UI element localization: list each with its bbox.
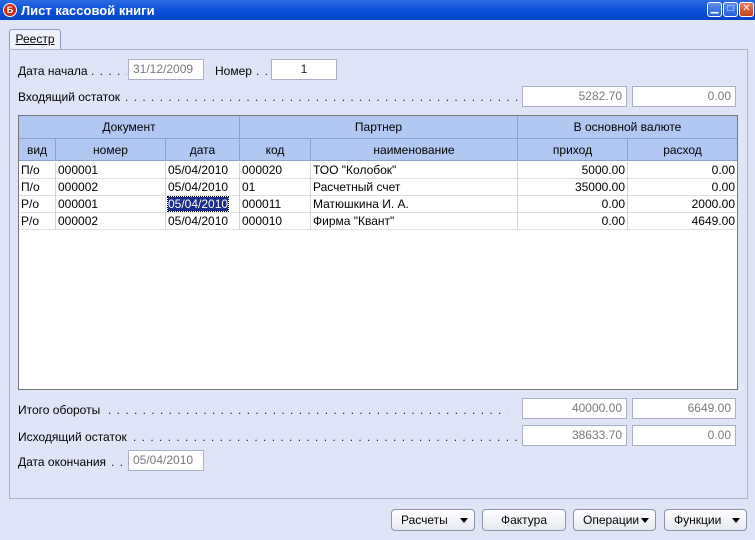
closing-balance-income-field[interactable]: 38633.70 [522, 425, 627, 446]
turnover-expense-field[interactable]: 6649.00 [632, 398, 736, 419]
closing-balance-dots: . . . . . . . . . . . . . . . . . . . . … [133, 430, 519, 444]
cell-name: Матюшкина И. А. [311, 196, 518, 213]
cell-name: ТОО "Колобок" [311, 162, 518, 179]
turnover-label: Итого обороты [18, 403, 101, 417]
selected-date-text: 05/04/2010 [166, 196, 230, 212]
number-label: Номер [215, 64, 252, 78]
closing-balance-expense-field[interactable]: 0.00 [632, 425, 736, 446]
table-row[interactable]: П/о 000002 05/04/2010 01 Расчетный счет … [19, 179, 737, 196]
app-icon[interactable]: Б [3, 3, 17, 17]
opening-balance-income-field[interactable]: 5282.70 [522, 86, 627, 107]
turnover-dots: . . . . . . . . . . . . . . . . . . . . … [108, 403, 508, 417]
maximize-icon[interactable]: □ [723, 2, 738, 17]
table-row[interactable]: Р/о 000002 05/04/2010 000010 Фирма "Кван… [19, 213, 737, 230]
cell-code: 01 [240, 179, 311, 196]
cell-expense: 0.00 [711, 163, 735, 177]
closing-balance-label: Исходящий остаток [18, 430, 127, 444]
cell-date: 05/04/2010 [166, 213, 240, 230]
column-name[interactable]: наименование [311, 139, 518, 160]
cell-name: Расчетный счет [311, 179, 518, 196]
operations-button[interactable]: Операции [573, 509, 656, 531]
turnover-income-field[interactable]: 40000.00 [522, 398, 627, 419]
close-icon[interactable]: ✕ [739, 2, 754, 17]
cell-number: 000002 [56, 213, 166, 230]
cell-code: 000020 [240, 162, 311, 179]
opening-balance-label: Входящий остаток [18, 90, 120, 104]
header-partner: Партнер [240, 116, 518, 138]
column-date[interactable]: дата [166, 139, 240, 160]
cell-number: 000002 [56, 179, 166, 196]
end-date-field[interactable]: 05/04/2010 [128, 450, 204, 471]
invoice-button-label: Фактура [500, 513, 548, 527]
cell-number: 000001 [56, 196, 166, 213]
cell-kind: Р/о [19, 196, 56, 213]
minimize-icon[interactable]: ▁ [707, 2, 722, 17]
cell-code: 000010 [240, 213, 311, 230]
number-field[interactable]: 1 [271, 59, 337, 80]
table-group-header: Документ Партнер В основной валюте [19, 116, 737, 139]
cell-income: 5000.00 [518, 162, 628, 179]
window-titlebar[interactable]: Б Лист кассовой книги ▁ □ ✕ [0, 0, 755, 20]
column-kind[interactable]: вид [19, 139, 56, 160]
end-date-label: Дата окончания [18, 455, 107, 469]
table-row[interactable]: Р/о 000001 05/04/2010 000011 Матюшкина И… [19, 196, 737, 213]
tab-register-label: Реестр [15, 32, 55, 46]
column-number[interactable]: номер [56, 139, 166, 160]
chevron-down-icon [641, 518, 649, 523]
start-date-label: Дата начала [18, 64, 88, 78]
tab-register[interactable]: Реестр [9, 29, 61, 50]
number-dots: . . [256, 64, 270, 78]
cell-date: 05/04/2010 [166, 162, 240, 179]
payments-button[interactable]: Расчеты [391, 509, 475, 531]
column-income[interactable]: приход [518, 139, 628, 160]
functions-button-label: Функции [674, 513, 722, 527]
cell-date: 05/04/2010 [166, 179, 240, 196]
opening-balance-dots: . . . . . . . . . . . . . . . . . . . . … [125, 90, 519, 104]
cell-kind: П/о [19, 162, 56, 179]
window-title: Лист кассовой книги [21, 3, 155, 18]
header-currency: В основной валюте [573, 120, 682, 134]
cell-code: 000011 [240, 196, 311, 213]
header-document: Документ [19, 116, 240, 138]
table-column-header: вид номер дата код наименование приход р… [19, 139, 737, 161]
cell-kind: П/о [19, 179, 56, 196]
cell-date-selected[interactable]: 05/04/2010 [166, 196, 240, 213]
table-row[interactable]: П/о 000001 05/04/2010 000020 ТОО "Колобо… [19, 162, 737, 179]
opening-balance-expense-field[interactable]: 0.00 [632, 86, 736, 107]
start-date-field[interactable]: 31/12/2009 [128, 59, 204, 80]
cell-income: 0.00 [518, 213, 628, 230]
cell-name: Фирма "Квант" [311, 213, 518, 230]
cell-income: 35000.00 [518, 179, 628, 196]
start-date-dots: . . . . . [91, 64, 127, 78]
invoice-button[interactable]: Фактура [482, 509, 566, 531]
cell-income: 0.00 [518, 196, 628, 213]
operations-button-label: Операции [583, 513, 640, 527]
column-code[interactable]: код [240, 139, 311, 160]
column-expense[interactable]: расход [628, 139, 737, 160]
cash-register-table[interactable]: Документ Партнер В основной валюте вид н… [18, 115, 738, 390]
cell-expense: 0.00 [711, 180, 735, 194]
cell-number: 000001 [56, 162, 166, 179]
cell-expense: 4649.00 [691, 214, 735, 228]
cell-kind: Р/о [19, 213, 56, 230]
chevron-down-icon [460, 518, 468, 523]
cell-expense: 2000.00 [691, 197, 735, 211]
payments-button-label: Расчеты [401, 513, 448, 527]
chevron-down-icon [732, 518, 740, 523]
end-date-dots: . . [111, 455, 125, 469]
functions-button[interactable]: Функции [664, 509, 747, 531]
